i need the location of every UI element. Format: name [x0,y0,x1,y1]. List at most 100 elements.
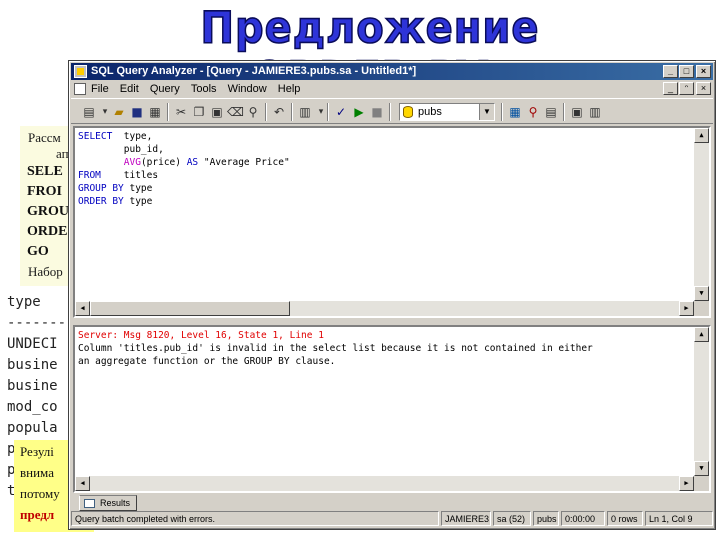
sql-line: GROU [27,204,69,219]
code-line: FROM titles [78,169,158,182]
show-results-pane-icon[interactable]: ▥ [587,104,603,120]
toolbar-separator [291,103,293,121]
results-horizontal-scrollbar[interactable]: ◀ ▶ [75,476,694,491]
sql-text: titles [100,170,159,181]
database-icon [403,106,413,118]
stop-icon[interactable]: ■ [369,104,385,120]
result-row: mod_co [7,399,58,415]
sql-line: FROI [27,184,62,199]
grid-icon [84,499,95,508]
scroll-right-icon[interactable]: ▶ [679,476,694,491]
execute-icon[interactable]: ▶ [351,104,367,120]
save-icon[interactable]: ■ [129,104,145,120]
results-grid-icon[interactable]: ▥ [297,104,313,120]
window-title: SQL Query Analyzer - [Query - JAMIERE3.p… [91,65,417,77]
toolbar-separator [265,103,267,121]
new-query-icon[interactable]: ▤ [81,104,97,120]
scroll-down-icon[interactable]: ▼ [694,461,709,476]
result-row: ------- [7,315,67,331]
toolbar-separator [501,103,503,121]
close-button[interactable]: × [696,65,711,78]
paste-icon[interactable]: ▣ [209,104,225,120]
sql-line: ORDE [27,224,68,239]
toolbar-separator [167,103,169,121]
error-message: Column 'titles.pub_id' is invalid in the… [78,343,593,354]
results-pane[interactable]: Server: Msg 8120, Level 16, State 1, Lin… [73,325,711,493]
database-select-value: pubs [418,106,442,118]
chevron-down-icon[interactable]: ▼ [479,104,494,120]
result-row: busine [7,378,58,394]
status-user: sa (52) [493,511,531,526]
error-message: an aggregate function or the GROUP BY cl… [78,356,336,367]
open-icon[interactable]: ▰ [111,104,127,120]
menu-query[interactable]: Query [150,80,180,98]
insert-template-icon[interactable]: ▦ [147,104,163,120]
code-line: SELECT type, [78,130,152,143]
maximize-button[interactable]: □ [679,65,694,78]
current-connection-icon[interactable]: ▤ [543,104,559,120]
status-position: Ln 1, Col 9 [645,511,713,526]
sql-alias: "Average Price" [198,157,290,168]
results-vertical-scrollbar[interactable]: ▲ ▼ [694,327,709,476]
properties-icon[interactable]: ▣ [569,104,585,120]
clear-icon[interactable]: ⌫ [227,104,244,120]
conclusion-line: внима [20,465,54,480]
status-database: pubs [533,511,559,526]
result-row: type [7,294,41,310]
scroll-corner [694,476,709,491]
scroll-down-icon[interactable]: ▼ [694,286,709,301]
scroll-left-icon[interactable]: ◀ [75,301,90,316]
minimize-button[interactable]: _ [663,65,678,78]
conclusion-line: Резулі [20,444,54,459]
status-elapsed: 0:00:00 [561,511,605,526]
undo-icon[interactable]: ↶ [271,104,287,120]
editor-vertical-scrollbar[interactable]: ▲ ▼ [694,128,709,301]
intro-line: ап [56,146,69,161]
sql-keyword: ORDER BY [78,196,124,207]
status-rows: 0 rows [607,511,643,526]
result-set-label: Набор [28,264,63,279]
editor-horizontal-scrollbar[interactable]: ◀ ▶ [75,301,694,316]
code-line: pub_id, [78,143,164,156]
menu-tools[interactable]: Tools [191,80,217,98]
scroll-up-icon[interactable]: ▲ [694,128,709,143]
mdi-restore-button[interactable]: ᵔ [679,82,694,95]
document-icon[interactable] [74,83,86,95]
scroll-thumb[interactable] [90,301,290,316]
sql-text: pub_id, [78,144,164,155]
copy-icon[interactable]: ❐ [191,104,207,120]
object-search-icon[interactable]: ⚲ [525,104,541,120]
parse-icon[interactable]: ✓ [333,104,349,120]
mdi-minimize-button[interactable]: _ [663,82,678,95]
sql-function: AVG [123,157,141,168]
scroll-corner [694,301,709,316]
query-analyzer-window: SQL Query Analyzer - [Query - JAMIERE3.p… [68,60,716,530]
code-line: ORDER BY type [78,195,152,208]
menu-window[interactable]: Window [228,80,267,98]
scroll-left-icon[interactable]: ◀ [75,476,90,491]
menu-file[interactable]: File [91,80,109,98]
find-icon[interactable]: ⚲ [245,104,261,120]
scroll-right-icon[interactable]: ▶ [679,301,694,316]
code-line: AVG(price) AS "Average Price" [78,156,290,169]
database-select[interactable]: pubs ▼ [399,103,495,121]
pane-splitter[interactable] [73,319,711,324]
query-editor[interactable]: SELECT type, pub_id, AVG(price) AS "Aver… [73,126,711,318]
mdi-close-button[interactable]: × [696,82,711,95]
scroll-up-icon[interactable]: ▲ [694,327,709,342]
sql-line: SELE [27,164,63,179]
window-titlebar[interactable]: SQL Query Analyzer - [Query - JAMIERE3.p… [71,63,713,80]
app-icon[interactable] [74,65,87,78]
status-message: Query batch completed with errors. [71,511,439,526]
result-row: popula [7,420,58,436]
cut-icon[interactable]: ✂ [173,104,189,120]
object-browser-icon[interactable]: ▦ [507,104,523,120]
menu-edit[interactable]: Edit [120,80,139,98]
menu-help[interactable]: Help [278,80,301,98]
statusbar: Query batch completed with errors. JAMIE… [71,511,713,527]
sql-keyword: FROM [78,170,101,181]
sql-text: type [123,196,153,207]
tab-results[interactable]: Results [79,495,138,511]
toolbar: ▤ ▾ ▰ ■ ▦ ✂ ❐ ▣ ⌫ ⚲ ↶ ▥ ▾ ✓ ▶ ■ pubs ▼ ▦… [71,98,713,124]
result-row: UNDECI [7,336,58,352]
